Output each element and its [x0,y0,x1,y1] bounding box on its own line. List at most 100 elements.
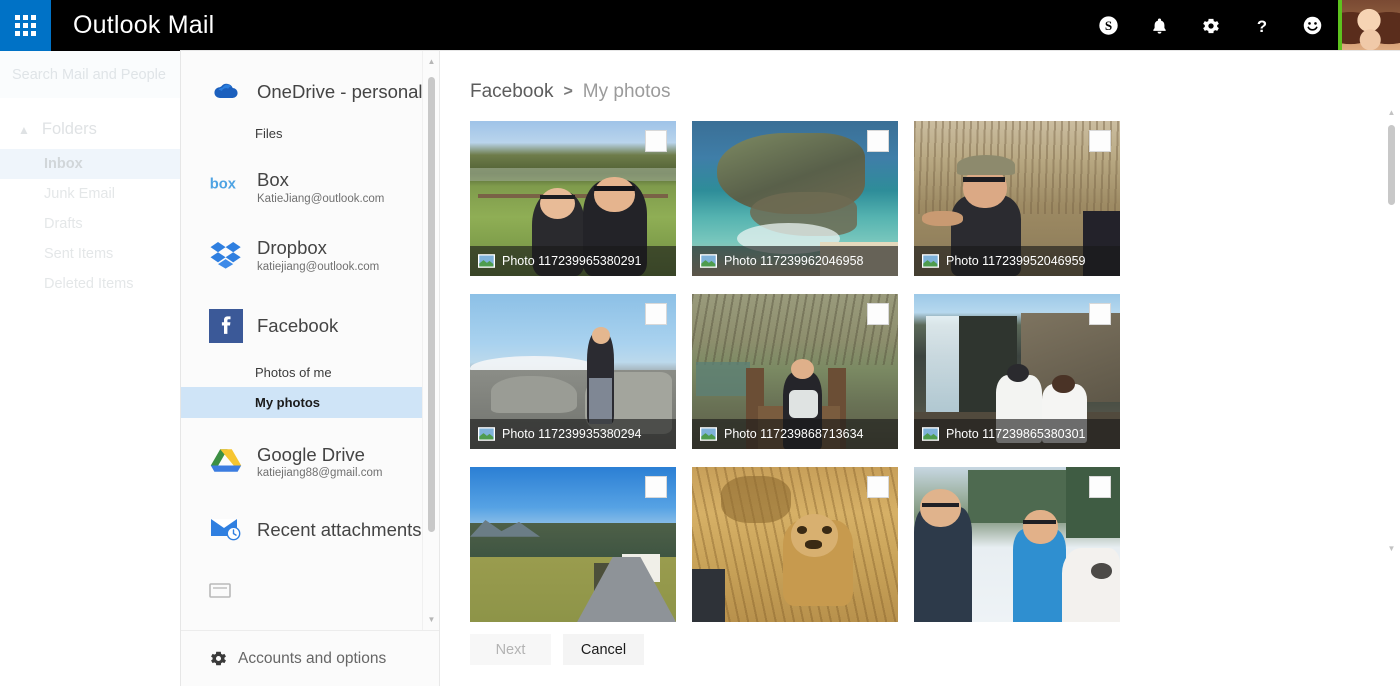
photo-checkbox[interactable] [1089,476,1111,498]
computer-icon [209,583,231,601]
accounts-and-options-button[interactable]: Accounts and options [181,630,439,686]
user-avatar[interactable] [1338,0,1400,51]
photo-label: Photo 117239868713634 [724,427,864,441]
search-input[interactable]: Search Mail and People [0,51,180,98]
gear-icon [209,649,228,668]
service-name: OneDrive - personal [257,81,423,103]
sub-item-label: Files [255,126,282,141]
breadcrumb: Facebook > My photos [440,51,1400,103]
photo-tile[interactable]: Photo 117239965380291 [470,121,676,276]
photo-caption: Photo 117239935380294 [470,419,676,449]
service-item-recent-attachments[interactable]: Recent attachments [181,491,439,557]
notifications-bell-icon[interactable] [1134,0,1185,51]
mail-folders-rail: Search Mail and People ▲ Folders Inbox J… [0,51,181,686]
sidebar-item-sent-items[interactable]: Sent Items [0,239,180,269]
picture-icon [700,254,717,268]
settings-gear-icon[interactable] [1185,0,1236,51]
sidebar-item-junk-email[interactable]: Junk Email [0,179,180,209]
page-title: Outlook Mail [51,0,1083,51]
service-item-dropbox[interactable]: Dropbox katiejiang@outlook.com [181,217,439,285]
help-question-icon[interactable]: ? [1236,0,1287,51]
photo-browser-panel: Facebook > My photos [440,51,1400,686]
scroll-up-arrow-icon[interactable]: ▲ [1383,105,1400,119]
photo-checkbox[interactable] [645,476,667,498]
service-item-box[interactable]: box Box KatieJiang@outlook.com [181,147,439,217]
next-button[interactable]: Next [470,634,551,665]
picture-icon [700,427,717,441]
picture-icon [922,254,939,268]
photo-checkbox[interactable] [1089,303,1111,325]
box-icon: box [209,171,243,205]
breadcrumb-root[interactable]: Facebook [470,81,553,103]
photo-grid-scrollbar[interactable]: ▲ ▼ [1383,103,1400,563]
sidebar-item-label: Deleted Items [44,276,133,292]
photo-checkbox[interactable] [1089,130,1111,152]
recent-attachments-icon [209,513,243,547]
service-item-google-drive[interactable]: Google Drive katiejiang88@gmail.com [181,418,439,492]
photo-tile[interactable] [692,467,898,622]
google-drive-icon [209,445,243,479]
photo-grid-wrapper: Photo 117239965380291 [440,103,1400,622]
photo-tile[interactable]: Photo 117239868713634 [692,294,898,449]
svg-text:S: S [1105,18,1112,33]
photo-checkbox[interactable] [867,476,889,498]
service-item-partial[interactable] [181,583,439,603]
sub-item-files[interactable]: Files [181,119,439,147]
dropbox-icon [209,239,243,273]
photo-grid-scrollbar-thumb[interactable] [1388,125,1395,205]
scroll-up-arrow-icon[interactable]: ▲ [423,53,439,70]
service-item-facebook[interactable]: Facebook [181,285,439,353]
service-account: katiejiang@outlook.com [257,260,379,275]
attachment-picker-dialog: OneDrive - personal Files box Box Ka [181,51,1400,686]
skype-icon[interactable]: S [1083,0,1134,51]
accounts-and-options-label: Accounts and options [238,650,386,668]
sidebar-item-label: Inbox [44,156,83,172]
photo-label: Photo 117239935380294 [502,427,642,441]
photo-checkbox[interactable] [867,130,889,152]
sidebar-item-label: Sent Items [44,246,113,262]
chevron-up-icon: ▲ [18,124,30,136]
onedrive-icon [209,75,243,109]
sidebar-item-drafts[interactable]: Drafts [0,209,180,239]
photo-label: Photo 117239952046959 [946,254,1086,268]
photo-tile[interactable]: Photo 117239952046959 [914,121,1120,276]
cancel-button[interactable]: Cancel [563,634,644,665]
sub-item-label: My photos [255,395,320,410]
photo-checkbox[interactable] [867,303,889,325]
service-name: Recent attachments [257,519,422,541]
photo-tile[interactable]: Photo 117239865380301 [914,294,1120,449]
service-name: Facebook [257,315,338,337]
sidebar-item-label: Drafts [44,216,83,232]
app-launcher-button[interactable] [0,0,51,51]
sub-item-label: Photos of me [255,365,332,380]
breadcrumb-separator-icon: > [563,83,572,101]
scroll-down-arrow-icon[interactable]: ▼ [1383,541,1400,555]
feedback-smiley-icon[interactable] [1287,0,1338,51]
photo-tile[interactable]: Photo 117239935380294 [470,294,676,449]
photo-checkbox[interactable] [645,303,667,325]
photo-caption: Photo 117239962046958 [692,246,898,276]
folders-header[interactable]: ▲ Folders [0,98,180,149]
outlook-mail-window: Outlook Mail S ? [0,0,1400,686]
sub-item-my-photos[interactable]: My photos [181,387,439,418]
picture-icon [922,427,939,441]
topbar-actions: S ? [1083,0,1338,51]
photo-checkbox[interactable] [645,130,667,152]
service-item-onedrive[interactable]: OneDrive - personal [181,65,439,119]
sub-item-photos-of-me[interactable]: Photos of me [181,359,439,387]
photo-tile[interactable] [914,467,1120,622]
presence-status-indicator [1338,0,1342,51]
nav-scrollbar[interactable]: ▲ ▼ [422,51,439,630]
sidebar-item-deleted-items[interactable]: Deleted Items [0,269,180,299]
svg-text:box: box [210,176,237,192]
photo-caption: Photo 117239965380291 [470,246,676,276]
breadcrumb-current: My photos [583,81,671,103]
scroll-down-arrow-icon[interactable]: ▼ [423,611,439,628]
photo-tile[interactable]: Photo 117239962046958 [692,121,898,276]
photo-label: Photo 117239962046958 [724,254,864,268]
nav-scrollbar-thumb[interactable] [428,77,435,532]
sidebar-item-inbox[interactable]: Inbox [0,149,180,179]
photo-tile[interactable] [470,467,676,622]
picture-icon [478,427,495,441]
storage-services-list: OneDrive - personal Files box Box Ka [181,51,439,630]
